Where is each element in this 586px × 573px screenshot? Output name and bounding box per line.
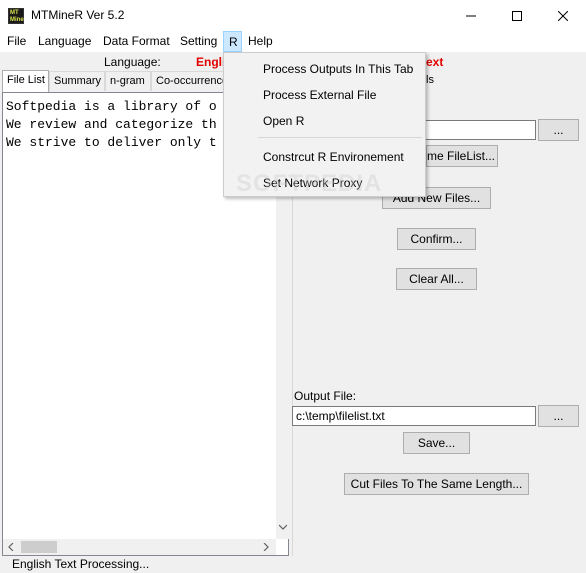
output-browse-button[interactable]: ... <box>538 405 579 427</box>
menu-item-open-r[interactable]: Open R <box>224 108 425 134</box>
close-icon <box>558 10 568 21</box>
horizontal-scrollbar[interactable] <box>3 539 276 555</box>
menu-data-format[interactable]: Data Format <box>103 34 170 48</box>
menu-separator <box>258 137 422 138</box>
minimize-button[interactable] <box>448 0 494 31</box>
menu-r[interactable]: R <box>223 31 242 52</box>
browse-button[interactable]: ... <box>538 119 579 141</box>
maximize-button[interactable] <box>494 0 540 31</box>
scroll-down-icon[interactable] <box>279 524 287 530</box>
open-filelist-button[interactable]: me FileList... <box>426 145 498 167</box>
app-icon-label: MT Mine <box>10 10 24 23</box>
menu-item-process-outputs[interactable]: Process Outputs In This Tab <box>224 56 425 82</box>
scroll-thumb[interactable] <box>21 541 57 553</box>
r-dropdown-menu: Process Outputs In This Tab Process Exte… <box>223 52 426 197</box>
output-file-field[interactable]: c:\temp\filelist.txt <box>292 406 536 426</box>
menu-item-construct-r-environment[interactable]: Constrcut R Environement <box>224 144 425 170</box>
tab-co-occurrence[interactable]: Co-occurrence <box>151 71 229 91</box>
menu-file[interactable]: File <box>7 34 26 48</box>
language-value-tail: ext <box>426 55 444 69</box>
scroll-left-icon[interactable] <box>8 543 14 551</box>
menu-language[interactable]: Language <box>38 34 91 48</box>
menu-setting[interactable]: Setting <box>180 34 217 48</box>
close-button[interactable] <box>540 0 586 31</box>
status-text: English Text Processing... <box>12 557 150 571</box>
cut-files-button[interactable]: Cut Files To The Same Length... <box>344 473 529 495</box>
minimize-icon <box>466 15 476 16</box>
window-title: MTMineR Ver 5.2 <box>31 8 125 22</box>
tab-hidden-tail[interactable]: ls <box>426 74 434 86</box>
tab-summary[interactable]: Summary <box>49 71 105 91</box>
scroll-right-icon[interactable] <box>263 543 269 551</box>
save-button[interactable]: Save... <box>403 432 470 454</box>
menu-help[interactable]: Help <box>248 34 273 48</box>
tab-n-gram[interactable]: n-gram <box>105 71 151 91</box>
app-icon: MT Mine <box>8 8 24 24</box>
language-label: Language: <box>104 55 161 69</box>
menu-bar: File Language Data Format Setting R Help <box>0 31 586 53</box>
menu-item-set-network-proxy[interactable]: Set Network Proxy <box>224 170 425 196</box>
clear-all-button[interactable]: Clear All... <box>396 268 477 290</box>
title-bar: MT Mine MTMineR Ver 5.2 <box>0 0 586 31</box>
language-value: Engli <box>196 55 226 69</box>
output-file-label: Output File: <box>294 389 357 403</box>
menu-item-process-external-file[interactable]: Process External File <box>224 82 425 108</box>
status-bar: English Text Processing... <box>0 556 586 573</box>
confirm-button[interactable]: Confirm... <box>397 228 476 250</box>
tab-file-list[interactable]: File List <box>2 70 49 92</box>
maximize-icon <box>512 10 522 21</box>
